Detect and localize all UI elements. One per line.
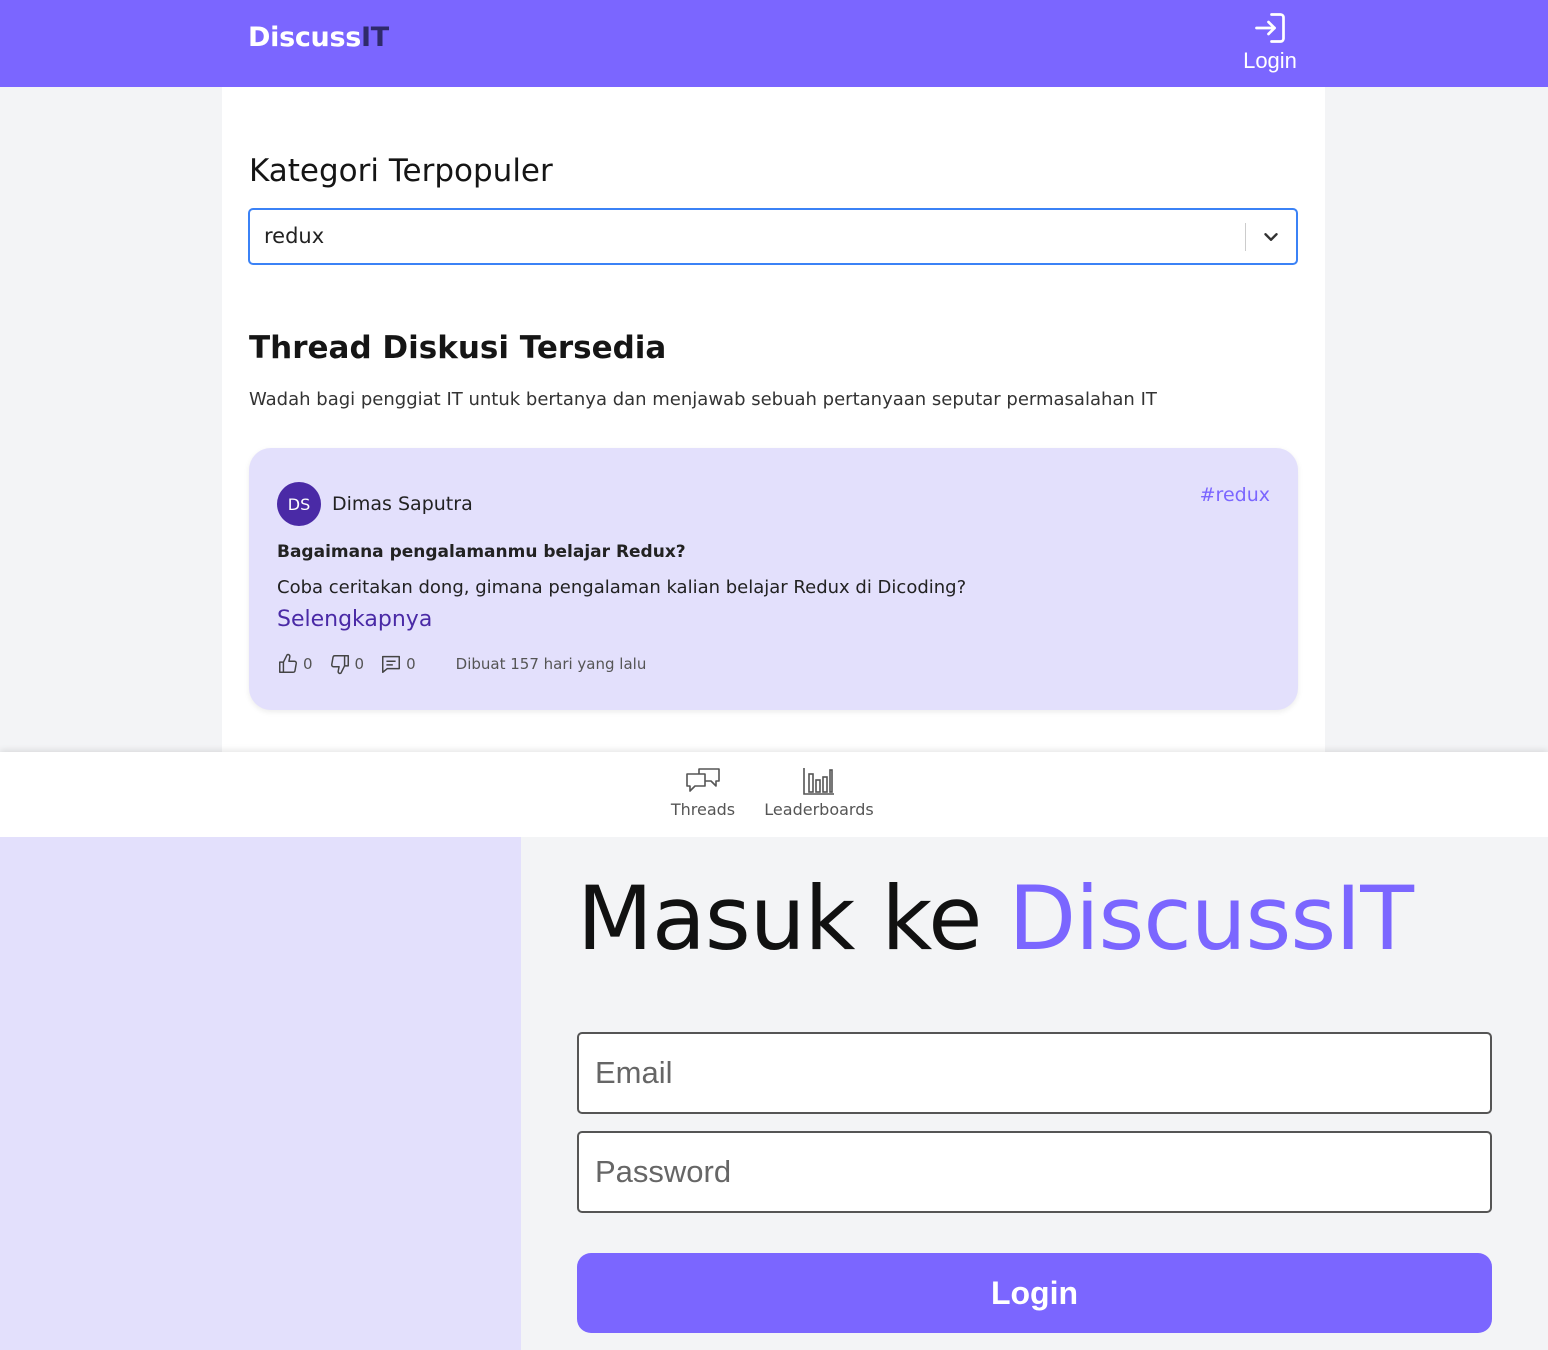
login-nav-label: Login: [1243, 48, 1297, 73]
nav-threads[interactable]: Threads: [662, 766, 744, 819]
comment-button[interactable]: 0: [380, 653, 416, 675]
comment-count: 0: [406, 655, 416, 673]
nav-leaderboards-label: Leaderboards: [764, 800, 874, 819]
threads-description: Wadah bagi penggiat IT untuk bertanya da…: [249, 389, 1157, 410]
thread-card: DS Dimas Saputra #redux Bagaimana pengal…: [249, 448, 1298, 710]
bar-chart-icon: [803, 768, 834, 795]
password-field[interactable]: [577, 1131, 1492, 1213]
downvote-button[interactable]: 0: [329, 653, 365, 675]
login-title-main: Masuk ke: [577, 867, 1009, 970]
chat-bubbles-icon: [686, 768, 720, 792]
chevron-down-icon[interactable]: [1260, 226, 1282, 248]
select-separator: [1245, 223, 1246, 251]
upvote-count: 0: [303, 655, 313, 673]
thread-author: Dimas Saputra: [332, 493, 473, 515]
thread-meta: 0 0 0 Dibuat 157 hari yang lalu: [277, 653, 646, 675]
thread-title[interactable]: Bagaimana pengalamanmu belajar Redux?: [277, 542, 686, 562]
login-title: Masuk ke DiscussIT: [577, 867, 1414, 970]
read-more-link[interactable]: Selengkapnya: [277, 607, 432, 632]
top-bar: DiscussIT Login: [0, 0, 1548, 87]
login-title-accent: DiscussIT: [1008, 867, 1414, 970]
threads-heading: Thread Diskusi Tersedia: [249, 330, 667, 366]
downvote-count: 0: [354, 655, 365, 673]
thumbs-down-icon: [330, 655, 349, 675]
login-hero-panel: [0, 837, 521, 1350]
brand-accent: IT: [361, 22, 389, 53]
avatar[interactable]: DS: [277, 482, 321, 526]
main-content: Kategori Terpopuler redux Thread Diskusi…: [222, 87, 1325, 752]
thread-body: Coba ceritakan dong, gimana pengalaman k…: [277, 577, 967, 598]
bottom-navigation: Threads Leaderboards: [0, 752, 1548, 837]
comment-icon: [382, 655, 401, 673]
nav-threads-label: Threads: [670, 800, 736, 819]
category-select-value: redux: [264, 224, 325, 248]
thread-created-time: Dibuat 157 hari yang lalu: [455, 655, 647, 673]
thread-category-tag[interactable]: #redux: [1200, 484, 1270, 506]
categories-heading: Kategori Terpopuler: [249, 153, 553, 189]
login-submit-button[interactable]: Login: [577, 1253, 1492, 1333]
brand-main: Discuss: [248, 22, 362, 53]
email-field[interactable]: [577, 1032, 1492, 1114]
login-nav-button[interactable]: Login: [1230, 10, 1310, 80]
thumbs-up-icon: [279, 653, 297, 673]
nav-leaderboards[interactable]: Leaderboards: [756, 766, 882, 819]
upvote-button[interactable]: 0: [277, 653, 313, 675]
login-form-panel: Masuk ke DiscussIT Login: [521, 837, 1548, 1350]
login-icon: [1255, 13, 1285, 43]
category-select[interactable]: redux: [248, 208, 1298, 265]
brand-logo[interactable]: DiscussIT: [248, 22, 389, 53]
